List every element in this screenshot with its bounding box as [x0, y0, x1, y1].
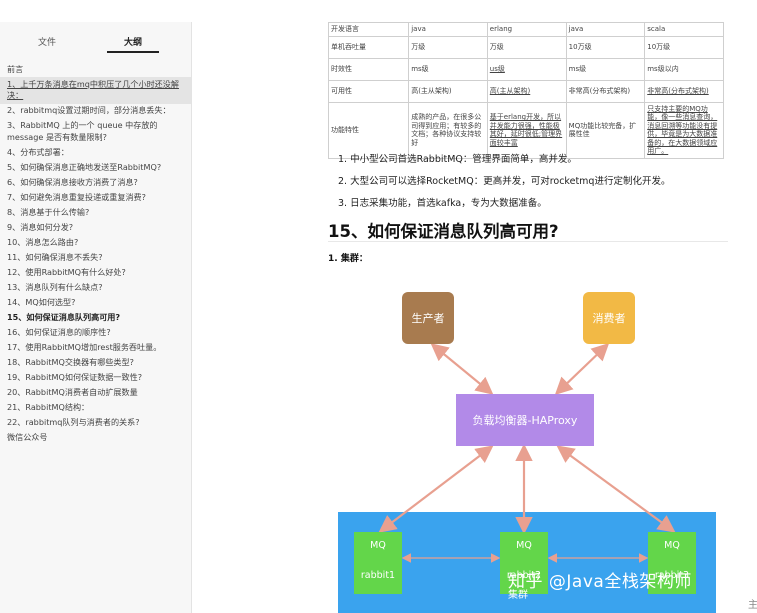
active-tab-indicator [107, 51, 159, 53]
table-cell: us级 [486, 57, 567, 81]
table-cell: 基于erlang开发，所以并发能力很强，性能极其好，延时很低;管理界面较丰富 [486, 101, 567, 159]
table-row: 时效性 ms级 us级 ms级 ms级以内 [327, 57, 724, 81]
table-cell: 单机吞吐量 [327, 35, 410, 59]
outline-item[interactable]: 21、RabbitMQ结构： [0, 400, 191, 415]
outline-item[interactable]: 16、如何保证消息的顺序性? [0, 325, 191, 340]
outline-item[interactable]: 19、RabbitMQ如何保证数据一致性? [0, 370, 191, 385]
haproxy-node: 负载均衡器-HAProxy [456, 394, 594, 446]
outline-item[interactable]: 22、rabbitmq队列与消费者的关系? [0, 415, 191, 430]
list-item: 3. 日志采集功能，首选kafka，专为大数据准备。 [338, 198, 547, 209]
table-cell: ms级 [565, 57, 646, 81]
table-cell: java [565, 22, 646, 37]
outline-item[interactable]: 17、使用RabbitMQ增加rest服务吞吐量。 [0, 340, 191, 355]
table-cell: ms级以内 [644, 57, 724, 81]
table-cell: 时效性 [327, 57, 410, 81]
heading-divider [328, 241, 728, 242]
tab-outline[interactable]: 大纲 [124, 35, 142, 48]
table-cell: 非常高(分布式架构) [565, 79, 646, 103]
list-item: 2. 大型公司可以选择RocketMQ：更高并发，可对rocketmq进行定制化… [338, 176, 671, 187]
sidebar-tabs: 文件 大纲 [0, 32, 191, 54]
table-cell: 高(主从架构) [486, 79, 567, 103]
list-item: 1. 中小型公司首选RabbitMQ：管理界面简单，高并发。 [338, 154, 577, 165]
mq-node-name: rabbit1 [360, 570, 396, 581]
mq-label: MQ [664, 540, 680, 551]
table-cell: 万级 [486, 35, 567, 59]
recommendation-list: 1. 中小型公司首选RabbitMQ：管理界面简单，高并发。 2. 大型公司可以… [338, 153, 738, 219]
outline-item[interactable]: 8、消息基于什么传输? [0, 205, 191, 220]
tab-file[interactable]: 文件 [38, 35, 56, 48]
outline-item[interactable]: 2、rabbitmq设置过期时间，部分消息丢失： [0, 104, 191, 119]
outline-item[interactable]: 9、消息如何分发? [0, 220, 191, 235]
outline-item-active[interactable]: 1、上千万条消息在mq中积压了几个小时还没解决： [0, 77, 191, 104]
table-cell: 万级 [408, 35, 488, 59]
table-cell: erlang [486, 22, 567, 37]
outline-item[interactable]: 14、MQ如何选型? [0, 295, 191, 310]
outline-item[interactable]: 3、RabbitMQ 上的一个 queue 中存放的 message 是否有数量… [0, 119, 191, 146]
consumer-node: 消费者 [583, 292, 635, 344]
outline-item[interactable]: 6、如何确保消息接收方消费了消息? [0, 175, 191, 190]
outline-item[interactable]: 11、如何确保消息不丢失? [0, 250, 191, 265]
table-cell: 高(主从架构) [408, 79, 488, 103]
outline-item[interactable]: 微信公众号 [0, 430, 191, 445]
sub-heading: 1. 集群： [328, 254, 368, 264]
edge-mark: 主 [748, 600, 757, 611]
document-main: 开发语言 java erlang java scala 单机吞吐量 万级 万级 … [192, 0, 757, 613]
outline-item-current[interactable]: 15、如何保证消息队列高可用? [0, 310, 191, 325]
outline-item[interactable]: 5、如何确保消息正确地发送至RabbitMQ? [0, 160, 191, 175]
table-cell: 只支持主要的MQ功能，像一些消息查询，消息回溯等功能没有提供，毕竟是为大数据准备… [644, 101, 724, 159]
outline-sidebar: 文件 大纲 前言 1、上千万条消息在mq中积压了几个小时还没解决： 2、rabb… [0, 22, 192, 613]
table-row: 功能特性 成熟的产品，在很多公司得到应用；有较多的文档；各种协议支持较好 基于e… [327, 101, 724, 159]
table-cell: 成熟的产品，在很多公司得到应用；有较多的文档；各种协议支持较好 [408, 101, 488, 159]
outline-item[interactable]: 7、如何避免消息重复投递或重复消费? [0, 190, 191, 205]
table-cell: 可用性 [327, 79, 410, 103]
table-cell: 10万级 [644, 35, 724, 59]
table-cell: scala [644, 22, 724, 37]
table-cell: ms级 [408, 57, 488, 81]
producer-node: 生产者 [402, 292, 454, 344]
outline-item[interactable]: 12、使用RabbitMQ有什么好处? [0, 265, 191, 280]
table-cell: 功能特性 [327, 101, 410, 159]
mq-label: MQ [516, 540, 532, 551]
outline-item[interactable]: 10、消息怎么路由? [0, 235, 191, 250]
outline-item[interactable]: 13、消息队列有什么缺点? [0, 280, 191, 295]
mq-node-rabbit1: MQ rabbit1 [354, 532, 402, 594]
outline-item[interactable]: 18、RabbitMQ交换器有哪些类型? [0, 355, 191, 370]
watermark: 知乎 @Java全栈架构师 [508, 572, 692, 592]
table-cell: 非常高(分布式架构) [644, 79, 724, 103]
table-cell: MQ功能比较完备，扩展性佳 [565, 101, 646, 159]
table-row: 单机吞吐量 万级 万级 10万级 10万级 [327, 35, 724, 59]
outline-item[interactable]: 4、分布式部署： [0, 145, 191, 160]
outline-item[interactable]: 前言 [0, 62, 191, 77]
outline-item[interactable]: 20、RabbitMQ消费者自动扩展数量 [0, 385, 191, 400]
mq-label: MQ [370, 540, 386, 551]
table-cell: 10万级 [565, 35, 646, 59]
table-cell: java [408, 22, 488, 37]
table-cell: 开发语言 [327, 22, 410, 37]
table-row: 可用性 高(主从架构) 高(主从架构) 非常高(分布式架构) 非常高(分布式架构… [327, 79, 724, 103]
mq-comparison-table: 开发语言 java erlang java scala 单机吞吐量 万级 万级 … [327, 22, 724, 159]
table-row: 开发语言 java erlang java scala [327, 22, 724, 37]
cluster-diagram: 生产者 消费者 负载均衡器-HAProxy MQ rabbit1 MQ rabb… [322, 280, 722, 613]
outline-list: 前言 1、上千万条消息在mq中积压了几个小时还没解决： 2、rabbitmq设置… [0, 62, 191, 445]
section-heading: 15、如何保证消息队列高可用? [328, 222, 559, 241]
